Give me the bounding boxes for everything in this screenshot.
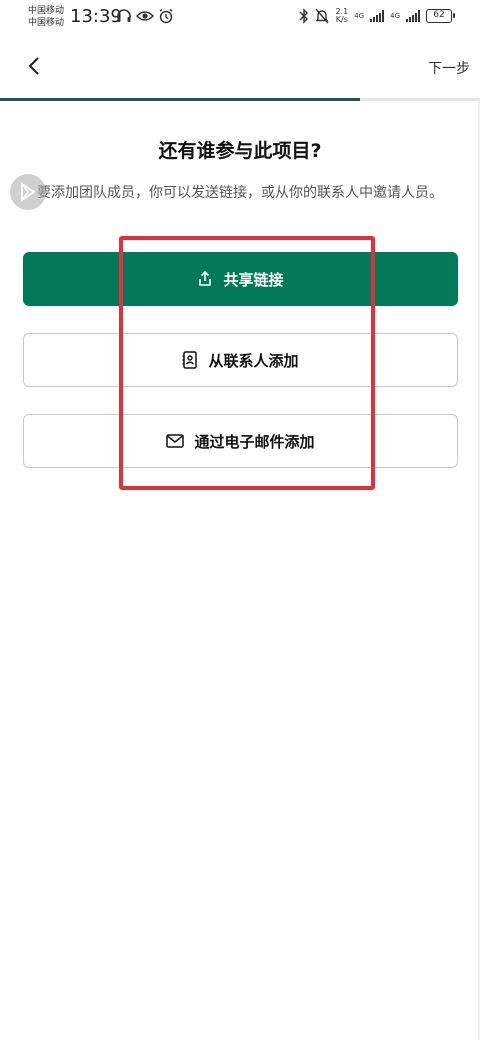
status-time: 13:39 [70, 6, 122, 27]
mute-bell-icon [315, 8, 330, 24]
bluetooth-icon [299, 8, 309, 24]
add-via-email-label: 通过电子邮件添加 [194, 432, 315, 451]
network-speed: 2.1 K/s [335, 8, 348, 24]
signal-icon [370, 10, 385, 22]
share-link-button[interactable]: 共享链接 [23, 252, 458, 306]
speed-unit: K/s [335, 15, 348, 24]
network-type-1: 4G [354, 12, 365, 20]
add-from-contacts-label: 从联系人添加 [208, 351, 299, 370]
progress-fill [0, 98, 360, 101]
carrier-labels: 中国移动 中国移动 [28, 5, 64, 29]
battery-icon: 62 [426, 9, 455, 23]
contacts-book-icon [182, 351, 198, 369]
cursor-arrow-icon [21, 182, 36, 202]
share-link-label: 共享链接 [223, 270, 284, 289]
status-icons-right: 2.1 K/s 4G 4G 62 [299, 8, 455, 24]
carrier-1: 中国移动 [28, 6, 65, 16]
back-button[interactable] [20, 52, 48, 80]
floating-assistant-button[interactable] [10, 174, 46, 210]
status-icons-left [116, 8, 174, 24]
headphones-icon [117, 9, 131, 22]
add-via-email-button[interactable]: 通过电子邮件添加 [23, 414, 458, 468]
mail-icon [166, 434, 185, 448]
next-step-button[interactable]: 下一步 [428, 58, 470, 78]
network-type-2: 4G [390, 12, 400, 20]
carrier-2: 中国移动 [28, 18, 65, 28]
status-bar: 中国移动 中国移动 13:39 2.1 K/s 4G 4G 62 [0, 0, 480, 36]
app-header: 下一步 [0, 38, 480, 98]
chevron-left-icon [28, 57, 39, 75]
eye-icon [136, 11, 154, 21]
add-from-contacts-button[interactable]: 从联系人添加 [23, 333, 458, 387]
alarm-icon [159, 8, 173, 24]
progress-bar [0, 98, 480, 101]
page-title: 还有谁参与此项目? [158, 140, 322, 162]
page-subtitle: 要添加团队成员，你可以发送链接，或从你的联系人中邀请人员。 [37, 185, 443, 201]
signal-icon [406, 10, 420, 22]
share-icon [199, 271, 212, 286]
